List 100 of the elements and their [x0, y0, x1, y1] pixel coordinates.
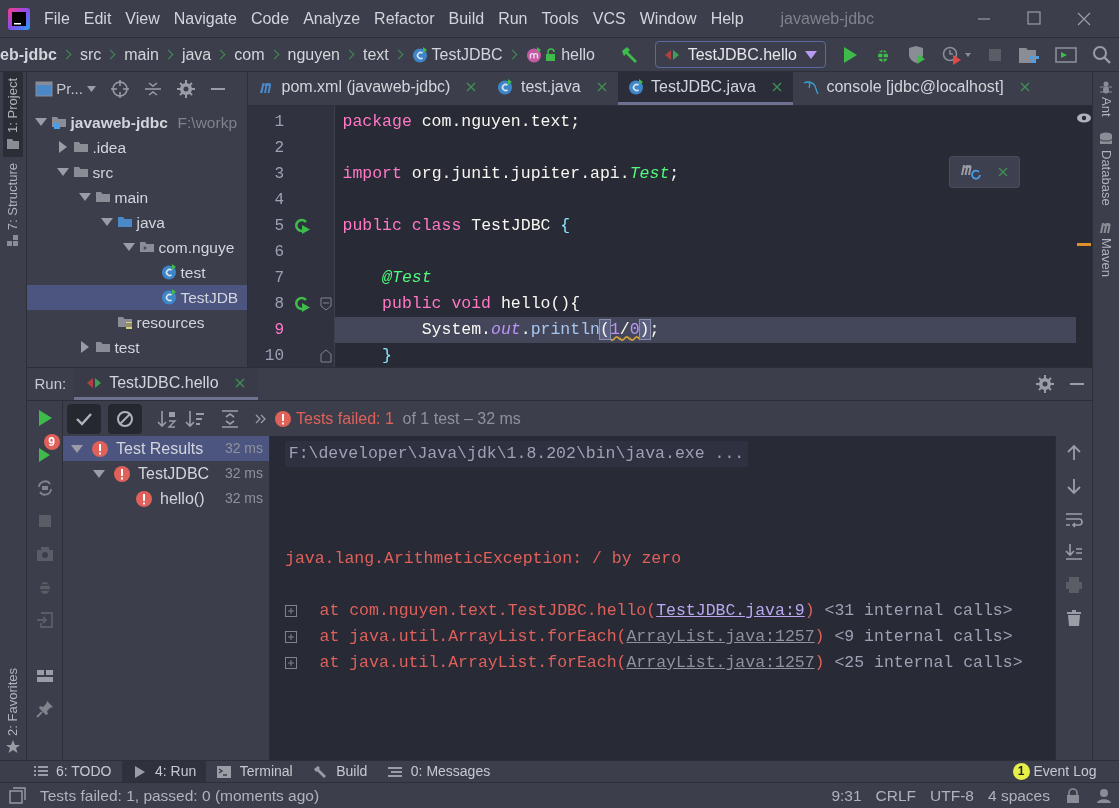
close-icon[interactable]	[233, 376, 246, 389]
tool-window-tab[interactable]: Build	[302, 761, 378, 782]
locate-icon[interactable]	[110, 80, 129, 98]
structure-icon[interactable]	[6, 233, 20, 248]
tool-window-tab[interactable]: 6: TODO	[22, 761, 122, 782]
terminal-icon[interactable]	[1054, 45, 1077, 64]
expand-all-icon[interactable]	[219, 408, 240, 429]
status-item[interactable]: UTF-8	[923, 783, 981, 808]
tool-window-tab[interactable]: 0: Messages	[377, 761, 501, 782]
tree-item[interactable]: TestJDB	[27, 284, 247, 310]
tree-item[interactable]: com.nguye	[27, 234, 247, 260]
breadcrumb-item[interactable]: text	[363, 42, 389, 67]
fold-icon[interactable]	[320, 297, 332, 312]
up-arrow-icon[interactable]	[1065, 443, 1083, 462]
collapsed-arrow-icon[interactable]	[79, 341, 91, 354]
ant-icon[interactable]	[1099, 79, 1113, 94]
status-item[interactable]: CRLF	[868, 783, 924, 808]
tool-window-tab[interactable]: Ant	[1096, 97, 1116, 117]
settings-icon[interactable]	[176, 80, 195, 98]
expand-icon[interactable]	[285, 605, 297, 617]
warning-mark-icon[interactable]	[1077, 242, 1091, 246]
close-icon[interactable]	[595, 80, 608, 93]
breadcrumb-item[interactable]: main	[124, 42, 159, 67]
test-result-item[interactable]: TestJDBC 32 ms	[63, 461, 269, 486]
source-link[interactable]: TestJDBC.java:9	[656, 601, 805, 620]
close-icon[interactable]	[770, 80, 783, 93]
tool-window-tab[interactable]: Database	[1096, 149, 1116, 206]
expand-icon[interactable]	[285, 657, 297, 669]
search-icon[interactable]	[1091, 44, 1112, 65]
run-test-icon[interactable]	[294, 296, 310, 313]
rerun-failed-icon[interactable]	[37, 445, 52, 462]
run-config-dropdown[interactable]: TestJDBC.hello	[655, 41, 826, 68]
menu-item[interactable]: Edit	[76, 6, 119, 31]
editor-tab[interactable]: TestJDBC.java	[617, 72, 793, 105]
tree-item[interactable]: java	[27, 209, 247, 235]
menu-item[interactable]: Tools	[534, 6, 586, 31]
menu-item[interactable]: View	[118, 6, 167, 31]
show-passed-toggle[interactable]	[66, 403, 101, 434]
favorites-icon[interactable]	[6, 740, 20, 754]
close-icon[interactable]	[465, 80, 478, 93]
source-link[interactable]: ArrayList.java:1257	[626, 627, 815, 646]
breadcrumb-item[interactable]: java	[181, 42, 212, 67]
inspector-icon[interactable]	[1095, 787, 1112, 804]
lock-icon[interactable]	[1064, 787, 1081, 804]
tree-item[interactable]: main	[27, 184, 247, 210]
app-logo-icon[interactable]	[7, 7, 30, 30]
profiler-icon[interactable]	[941, 44, 972, 65]
status-item[interactable]: 9:31	[824, 783, 869, 808]
coverage-icon[interactable]	[906, 44, 927, 65]
tool-window-tab[interactable]: 2: Favorites	[3, 668, 23, 737]
close-icon[interactable]	[1018, 80, 1031, 93]
database-icon[interactable]	[1099, 131, 1113, 146]
panel-toggle-icon[interactable]	[7, 786, 26, 805]
breadcrumb-item[interactable]: hello	[525, 42, 595, 67]
project-icon[interactable]	[6, 136, 20, 151]
close-icon[interactable]	[997, 165, 1009, 178]
expanded-arrow-icon[interactable]	[93, 467, 105, 480]
source-link[interactable]: ArrayList.java:1257	[626, 653, 815, 672]
eye-icon[interactable]	[1076, 113, 1092, 124]
tool-window-tab[interactable]: 7: Structure	[3, 162, 23, 230]
menu-item[interactable]: Navigate	[166, 6, 244, 31]
tree-item[interactable]: javaweb-jdbc F:\workp	[27, 109, 247, 135]
tool-window-tab[interactable]: 4: Run	[121, 761, 207, 782]
breadcrumb-item[interactable]: eb-jdbc	[0, 42, 57, 67]
trash-icon[interactable]	[1065, 608, 1083, 627]
test-result-item[interactable]: Test Results 32 ms	[63, 436, 269, 461]
breadcrumb-item[interactable]: TestJDBC	[411, 42, 503, 67]
menu-item[interactable]: VCS	[585, 6, 633, 31]
maven-icon[interactable]	[1099, 220, 1113, 235]
breadcrumb-item[interactable]: com	[234, 42, 265, 67]
scroll-to-end-icon[interactable]	[1065, 542, 1083, 561]
menu-item[interactable]: Refactor	[367, 6, 442, 31]
expanded-arrow-icon[interactable]	[71, 442, 83, 455]
breadcrumb-item[interactable]: nguyen	[287, 42, 340, 67]
menu-item[interactable]: File	[37, 6, 77, 31]
breadcrumb-item[interactable]: src	[79, 42, 102, 67]
menu-item[interactable]: Run	[491, 6, 535, 31]
tool-window-tab[interactable]: Maven	[1096, 237, 1116, 277]
run-test-icon[interactable]	[294, 218, 310, 235]
menu-item[interactable]: Help	[703, 6, 751, 31]
settings-icon[interactable]	[1035, 375, 1054, 393]
pin-icon[interactable]	[35, 699, 54, 718]
tool-window-tab[interactable]: Terminal	[206, 761, 303, 782]
toggle-auto-test-icon[interactable]	[35, 479, 54, 497]
status-item[interactable]: 4 spaces	[980, 783, 1057, 808]
down-arrow-icon[interactable]	[1065, 476, 1083, 495]
expand-icon[interactable]	[285, 631, 297, 643]
project-structure-icon[interactable]	[1017, 45, 1040, 64]
event-log-button[interactable]: 1 Event Log	[1012, 761, 1119, 782]
editor-tab[interactable]: test.java	[487, 72, 618, 105]
tree-item[interactable]: resources	[27, 309, 247, 335]
maven-reload-icon[interactable]	[960, 162, 982, 181]
tree-item[interactable]: test	[27, 334, 247, 360]
view-dropdown[interactable]: Pr...	[34, 77, 96, 101]
sort-duration-icon[interactable]	[184, 408, 205, 429]
more-icon[interactable]	[254, 412, 267, 425]
menu-item[interactable]: Code	[243, 6, 297, 31]
menu-item[interactable]: Window	[632, 6, 704, 31]
menu-item[interactable]: Build	[441, 6, 492, 31]
editor-tab[interactable]: console [jdbc@localhost]	[792, 72, 1041, 105]
